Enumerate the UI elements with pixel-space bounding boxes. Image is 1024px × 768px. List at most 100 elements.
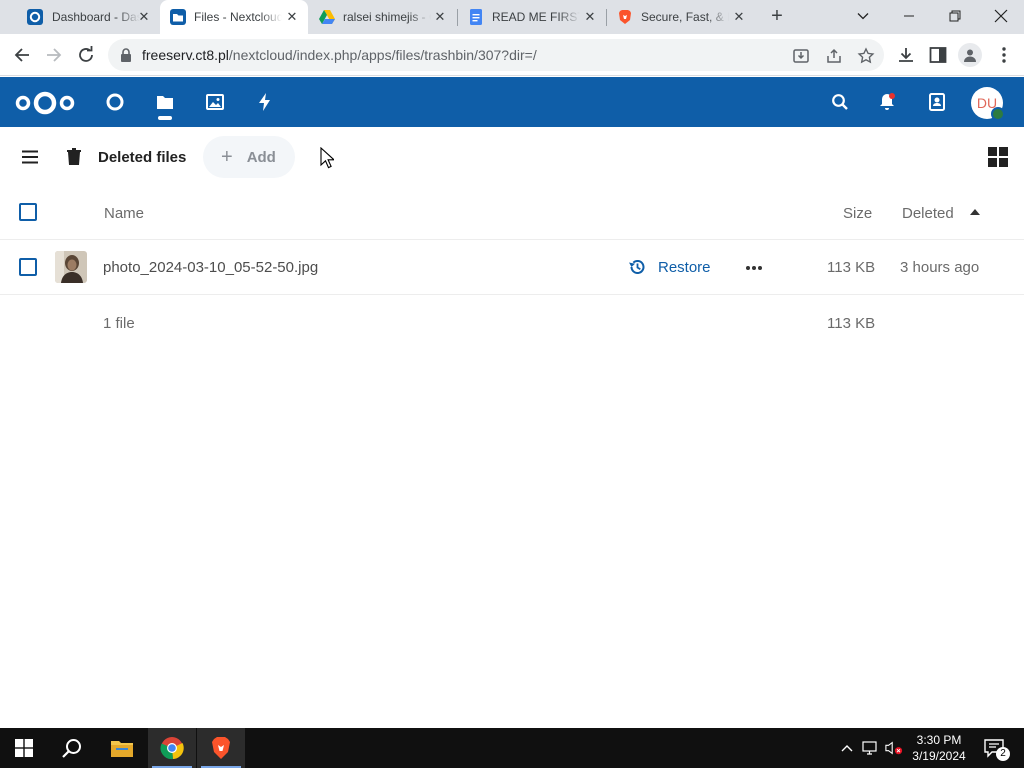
close-window-button[interactable]	[978, 0, 1024, 32]
chevron-down-icon	[857, 13, 869, 20]
plus-icon: +	[221, 146, 233, 168]
file-deleted-time: 3 hours ago	[900, 259, 980, 276]
app-dashboard[interactable]	[103, 90, 127, 114]
google-docs-icon	[470, 9, 482, 25]
tab-dashboard[interactable]: Dashboard - Dashboard ✕	[8, 0, 160, 34]
reload-button[interactable]	[74, 43, 98, 67]
tab-google-drive[interactable]: ralsei shimejis - Google Drive ✕	[310, 0, 456, 34]
contacts-button[interactable]	[925, 90, 949, 114]
add-button-label: Add	[246, 148, 276, 166]
file-thumbnail[interactable]	[55, 251, 87, 283]
share-icon[interactable]	[825, 47, 843, 65]
more-actions-button[interactable]	[745, 259, 763, 277]
close-tab-icon[interactable]: ✕	[582, 9, 598, 25]
table-divider	[0, 294, 1024, 295]
forward-button[interactable]	[42, 43, 66, 67]
close-tab-icon[interactable]: ✕	[731, 9, 747, 25]
windows-taskbar: 3:30 PM 3/19/2024	[0, 728, 1024, 768]
network-tray-button[interactable]	[862, 740, 880, 756]
total-size-summary: 113 KB	[827, 315, 876, 332]
app-photos[interactable]	[203, 90, 227, 114]
taskbar-search-button[interactable]	[48, 728, 96, 768]
column-header-size[interactable]: Size	[843, 205, 872, 222]
notifications-button[interactable]	[875, 90, 899, 114]
url-text[interactable]: freeserv.ct8.pl/nextcloud/index.php/apps…	[142, 47, 537, 63]
restore-icon	[949, 10, 961, 22]
grid-view-toggle-icon[interactable]	[987, 146, 1009, 168]
chevron-up-icon	[841, 745, 853, 752]
breadcrumb-deleted-files: Deleted files	[98, 148, 187, 166]
taskbar-brave[interactable]	[197, 728, 245, 768]
search-icon	[62, 739, 81, 758]
navigation-toggle-button[interactable]	[18, 146, 42, 168]
online-status-indicator	[991, 107, 1005, 121]
restore-button[interactable]	[932, 0, 978, 32]
nextcloud-header	[0, 77, 1024, 127]
mouse-cursor-icon	[320, 147, 334, 169]
nextcloud-logo[interactable]	[14, 90, 76, 116]
browser-toolbar: freeserv.ct8.pl/nextcloud/index.php/apps…	[0, 34, 1024, 76]
volume-tray-button[interactable]	[885, 740, 903, 756]
trash-icon	[67, 148, 81, 165]
clock-date: 3/19/2024	[912, 749, 966, 763]
add-button[interactable]: + Add	[203, 136, 295, 178]
minimize-button[interactable]	[886, 0, 932, 32]
address-bar[interactable]: freeserv.ct8.pl/nextcloud/index.php/apps…	[108, 39, 884, 71]
lock-icon[interactable]	[120, 48, 132, 62]
taskbar-chrome[interactable]	[148, 728, 196, 768]
more-horizontal-icon	[746, 266, 750, 270]
bookmark-star-icon[interactable]	[857, 47, 875, 65]
close-icon	[994, 9, 1008, 23]
close-tab-icon[interactable]: ✕	[432, 9, 448, 25]
more-vertical-icon[interactable]	[994, 45, 1014, 65]
tab-title: Dashboard - Dashboard	[52, 10, 140, 24]
tab-files-nextcloud[interactable]: Files - Nextcloud ✕	[160, 0, 308, 34]
show-hidden-icons-button[interactable]	[838, 740, 856, 756]
nextcloud-files-favicon-icon	[170, 9, 186, 25]
close-tab-icon[interactable]: ✕	[136, 9, 152, 25]
restore-label: Restore	[658, 258, 711, 276]
minimize-icon	[904, 15, 914, 17]
tab-title: READ ME FIRST	[492, 10, 580, 24]
start-button[interactable]	[0, 728, 48, 768]
file-explorer-icon	[111, 741, 133, 757]
dashboard-icon	[106, 93, 124, 111]
tab-brave[interactable]: Secure, Fast, & Private ✕	[607, 0, 755, 34]
taskbar-file-explorer[interactable]	[98, 728, 146, 768]
sort-ascending-icon	[970, 209, 980, 215]
tab-title: ralsei shimejis - Google Drive	[343, 10, 431, 24]
unified-search-button[interactable]	[828, 90, 852, 114]
app-activity[interactable]	[253, 90, 277, 114]
chrome-icon	[160, 737, 184, 760]
windows-start-icon	[15, 739, 33, 757]
tab-read-me-first[interactable]: READ ME FIRST ✕	[458, 0, 606, 34]
reload-icon	[79, 46, 93, 62]
system-clock[interactable]: 3:30 PM 3/19/2024	[906, 732, 972, 764]
brave-icon	[619, 10, 631, 24]
active-app-indicator	[158, 116, 172, 120]
download-icon[interactable]	[896, 45, 916, 65]
restore-button[interactable]: Restore	[628, 258, 711, 276]
tab-search-button[interactable]	[840, 0, 886, 32]
column-header-name[interactable]: Name	[104, 205, 144, 222]
tab-title: Files - Nextcloud	[194, 10, 282, 24]
back-button[interactable]	[10, 43, 34, 67]
close-tab-icon[interactable]: ✕	[284, 9, 300, 25]
file-select-checkbox[interactable]	[19, 258, 37, 276]
files-icon	[157, 96, 173, 109]
hamburger-menu-icon	[22, 150, 38, 164]
contacts-icon	[929, 93, 945, 111]
breadcrumb[interactable]: Deleted files	[66, 145, 186, 169]
app-files[interactable]	[153, 90, 177, 114]
select-all-checkbox[interactable]	[19, 203, 37, 221]
profile-button[interactable]	[958, 43, 982, 67]
file-name[interactable]: photo_2024-03-10_05-52-50.jpg	[103, 259, 318, 276]
arrow-left-icon	[14, 48, 29, 62]
install-app-icon[interactable]	[792, 47, 810, 65]
file-count-summary: 1 file	[103, 315, 135, 332]
column-header-deleted[interactable]: Deleted	[902, 205, 954, 222]
profile-icon	[964, 49, 976, 62]
side-panel-icon[interactable]	[928, 45, 948, 65]
new-tab-button[interactable]: +	[766, 6, 788, 28]
browser-tab-strip: Dashboard - Dashboard ✕ Files - Nextclou…	[0, 0, 1024, 34]
